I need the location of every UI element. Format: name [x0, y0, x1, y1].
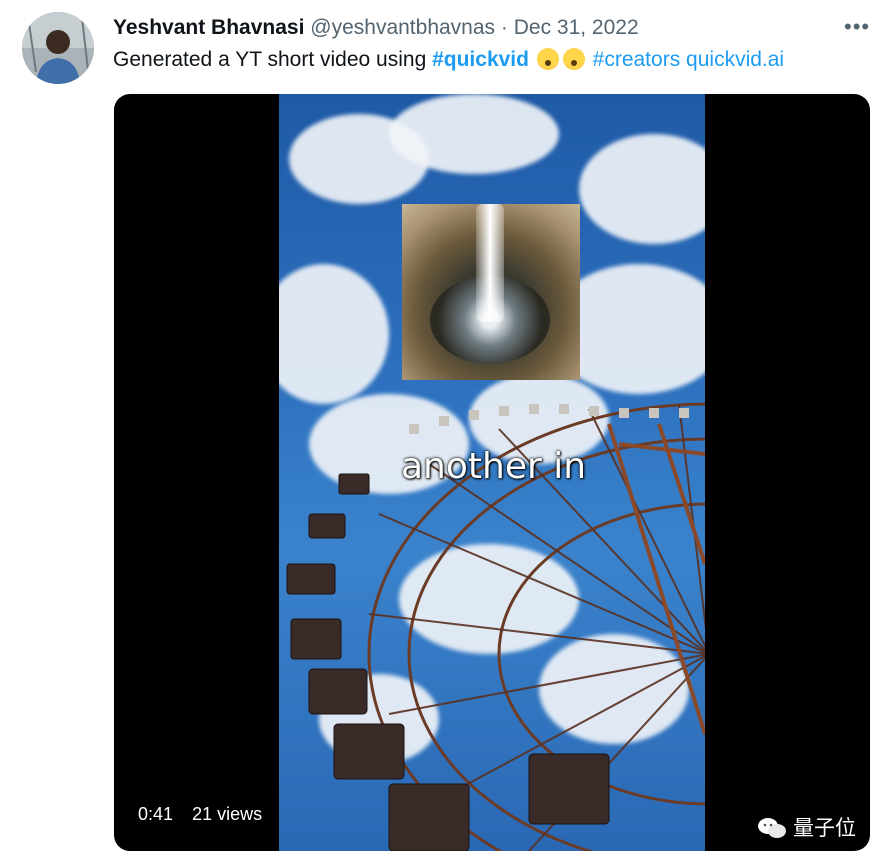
video-player[interactable]: another in 0:41 21 views: [114, 94, 870, 851]
more-options-icon[interactable]: •••: [844, 14, 870, 40]
hashtag-creators[interactable]: #creators: [593, 48, 681, 71]
hashtag-quickvid[interactable]: #quickvid: [432, 48, 529, 71]
watermark: 量子位: [757, 812, 856, 842]
link-quickvid[interactable]: quickvid.ai: [686, 48, 784, 71]
video-caption: another in: [401, 446, 587, 487]
author-avatar[interactable]: [22, 12, 94, 84]
exploding-head-icon: [536, 48, 559, 70]
video-views: 21 views: [192, 804, 263, 824]
separator-dot: ·: [500, 16, 508, 39]
video-duration: 0:41: [138, 804, 174, 824]
video-frame: another in: [279, 94, 705, 851]
tweet-header: Yeshvant Bhavnasi @yeshvantbhavnas · Dec…: [113, 14, 639, 42]
video-stats: 0:41 21 views: [138, 804, 262, 825]
author-handle[interactable]: @yeshvantbhavnas: [310, 16, 495, 39]
tweet-text-prefix: Generated a YT short video using: [113, 48, 433, 71]
tweet-text: Generated a YT short video using #quickv…: [113, 46, 784, 74]
watermark-text: 量子位: [793, 817, 856, 840]
tweet-date[interactable]: Dec 31, 2022: [514, 16, 639, 39]
exploding-head-icon: [562, 48, 585, 70]
author-name[interactable]: Yeshvant Bhavnasi: [113, 16, 304, 39]
wechat-icon: [758, 818, 786, 838]
